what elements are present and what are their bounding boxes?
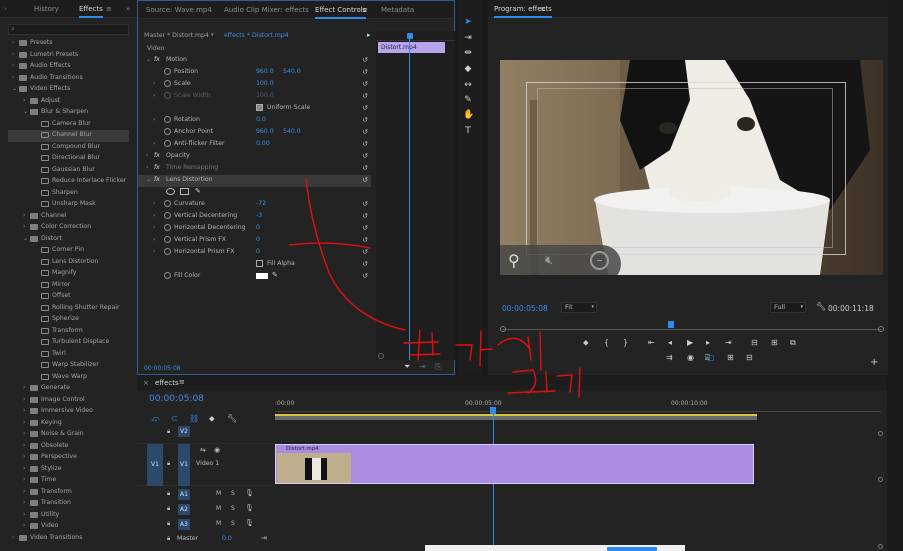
handwritten-annotation bbox=[289, 178, 581, 398]
